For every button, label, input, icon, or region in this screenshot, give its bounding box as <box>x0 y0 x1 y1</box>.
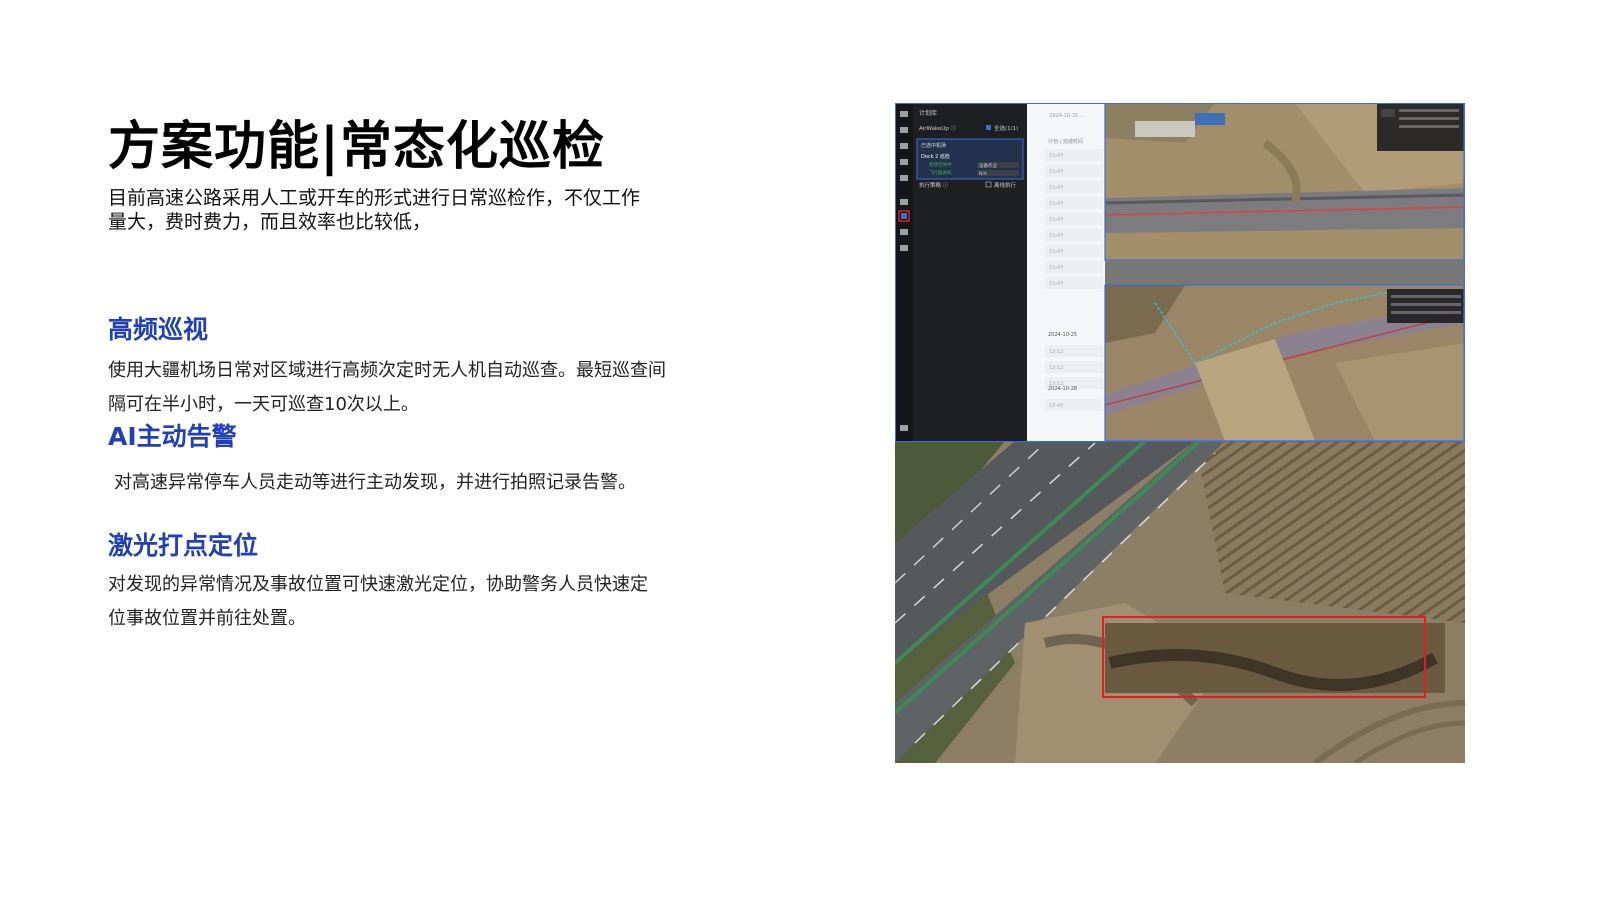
timeline-time: 13:47 <box>1049 281 1063 287</box>
section-body-patrol: 使用大疆机场日常对区域进行高频次定时无人机自动巡查。最短巡查间隔可在半小时，一天… <box>108 360 666 415</box>
dock-status-value: 设备作业 <box>979 162 997 169</box>
dock-name: Dock 2 巡检 <box>921 153 950 160</box>
offline-check[interactable]: 离线执行 <box>994 181 1017 189</box>
intro-text: 目前高速公路采用人工或开车的形式进行日常巡检作，不仅工作量大，费时费力，而且效率… <box>108 187 641 233</box>
aircraft-status: 飞行器关机 <box>929 169 952 176</box>
timeline-time: 13:47 <box>1049 217 1063 223</box>
dock-status: 机场空闲中 <box>929 161 952 168</box>
timeline-time: 13:47 <box>1049 201 1063 207</box>
section-heading-laser: 激光打点定位 <box>108 531 259 560</box>
select-all-check[interactable]: 全选(1/1) <box>994 124 1018 132</box>
slide-title: 方案功能|常态化巡检 <box>108 117 605 177</box>
section-body-ai-alert: 对高速异常停车人员走动等进行主动发现，并进行拍照记录告警。 <box>114 472 636 493</box>
timeline-time: 13:47 <box>1049 169 1063 175</box>
section-heading-ai-alert: AI主动告警 <box>108 422 237 451</box>
section-heading-patrol: 高频巡视 <box>108 315 209 344</box>
timeline-time: 13:12 <box>1049 349 1063 355</box>
aircraft-status-value: N/A <box>979 171 988 177</box>
timeline-header: 2024-10-31 ... <box>1049 113 1085 119</box>
timeline-time: 13:47 <box>1049 249 1063 255</box>
timeline-sub: 计划 | 完成时间 <box>1048 138 1083 145</box>
panel-title: 计划库 <box>919 109 937 117</box>
aerial-view-3d <box>1104 284 1465 442</box>
timeline-time: 13:47 <box>1049 233 1063 239</box>
drone-inspection-image: 计划库 AirWakeUp ⓘ 全选(1/1) 已选中机场 Dock 2 巡检 … <box>895 103 1465 763</box>
timeline-time: 13:12 <box>1049 365 1063 371</box>
aerial-photo <box>895 439 1465 763</box>
timeline-date-2: 2024-10-28 <box>1048 386 1077 392</box>
airwakeup-label: AirWakeUp ⓘ <box>919 124 957 132</box>
card-title: 已选中机场 <box>921 142 946 149</box>
aerial-view-top <box>1104 103 1465 261</box>
timeline-date-1: 2024-10-25 <box>1048 332 1077 338</box>
timeline-time: 13:47 <box>1049 153 1063 159</box>
timeline-time: 13:47 <box>1049 265 1063 271</box>
dock-control-ui: 计划库 AirWakeUp ⓘ 全选(1/1) 已选中机场 Dock 2 巡检 … <box>895 103 1105 441</box>
strategy-label: 执行策略 ⓘ <box>919 181 949 189</box>
section-body-laser: 对发现的异常情况及事故位置可快速激光定位，协助警务人员快速定位事故位置并前往处置… <box>108 574 648 629</box>
timeline-time: 13:47 <box>1049 185 1063 191</box>
timeline-time: 13:40 <box>1049 403 1063 409</box>
